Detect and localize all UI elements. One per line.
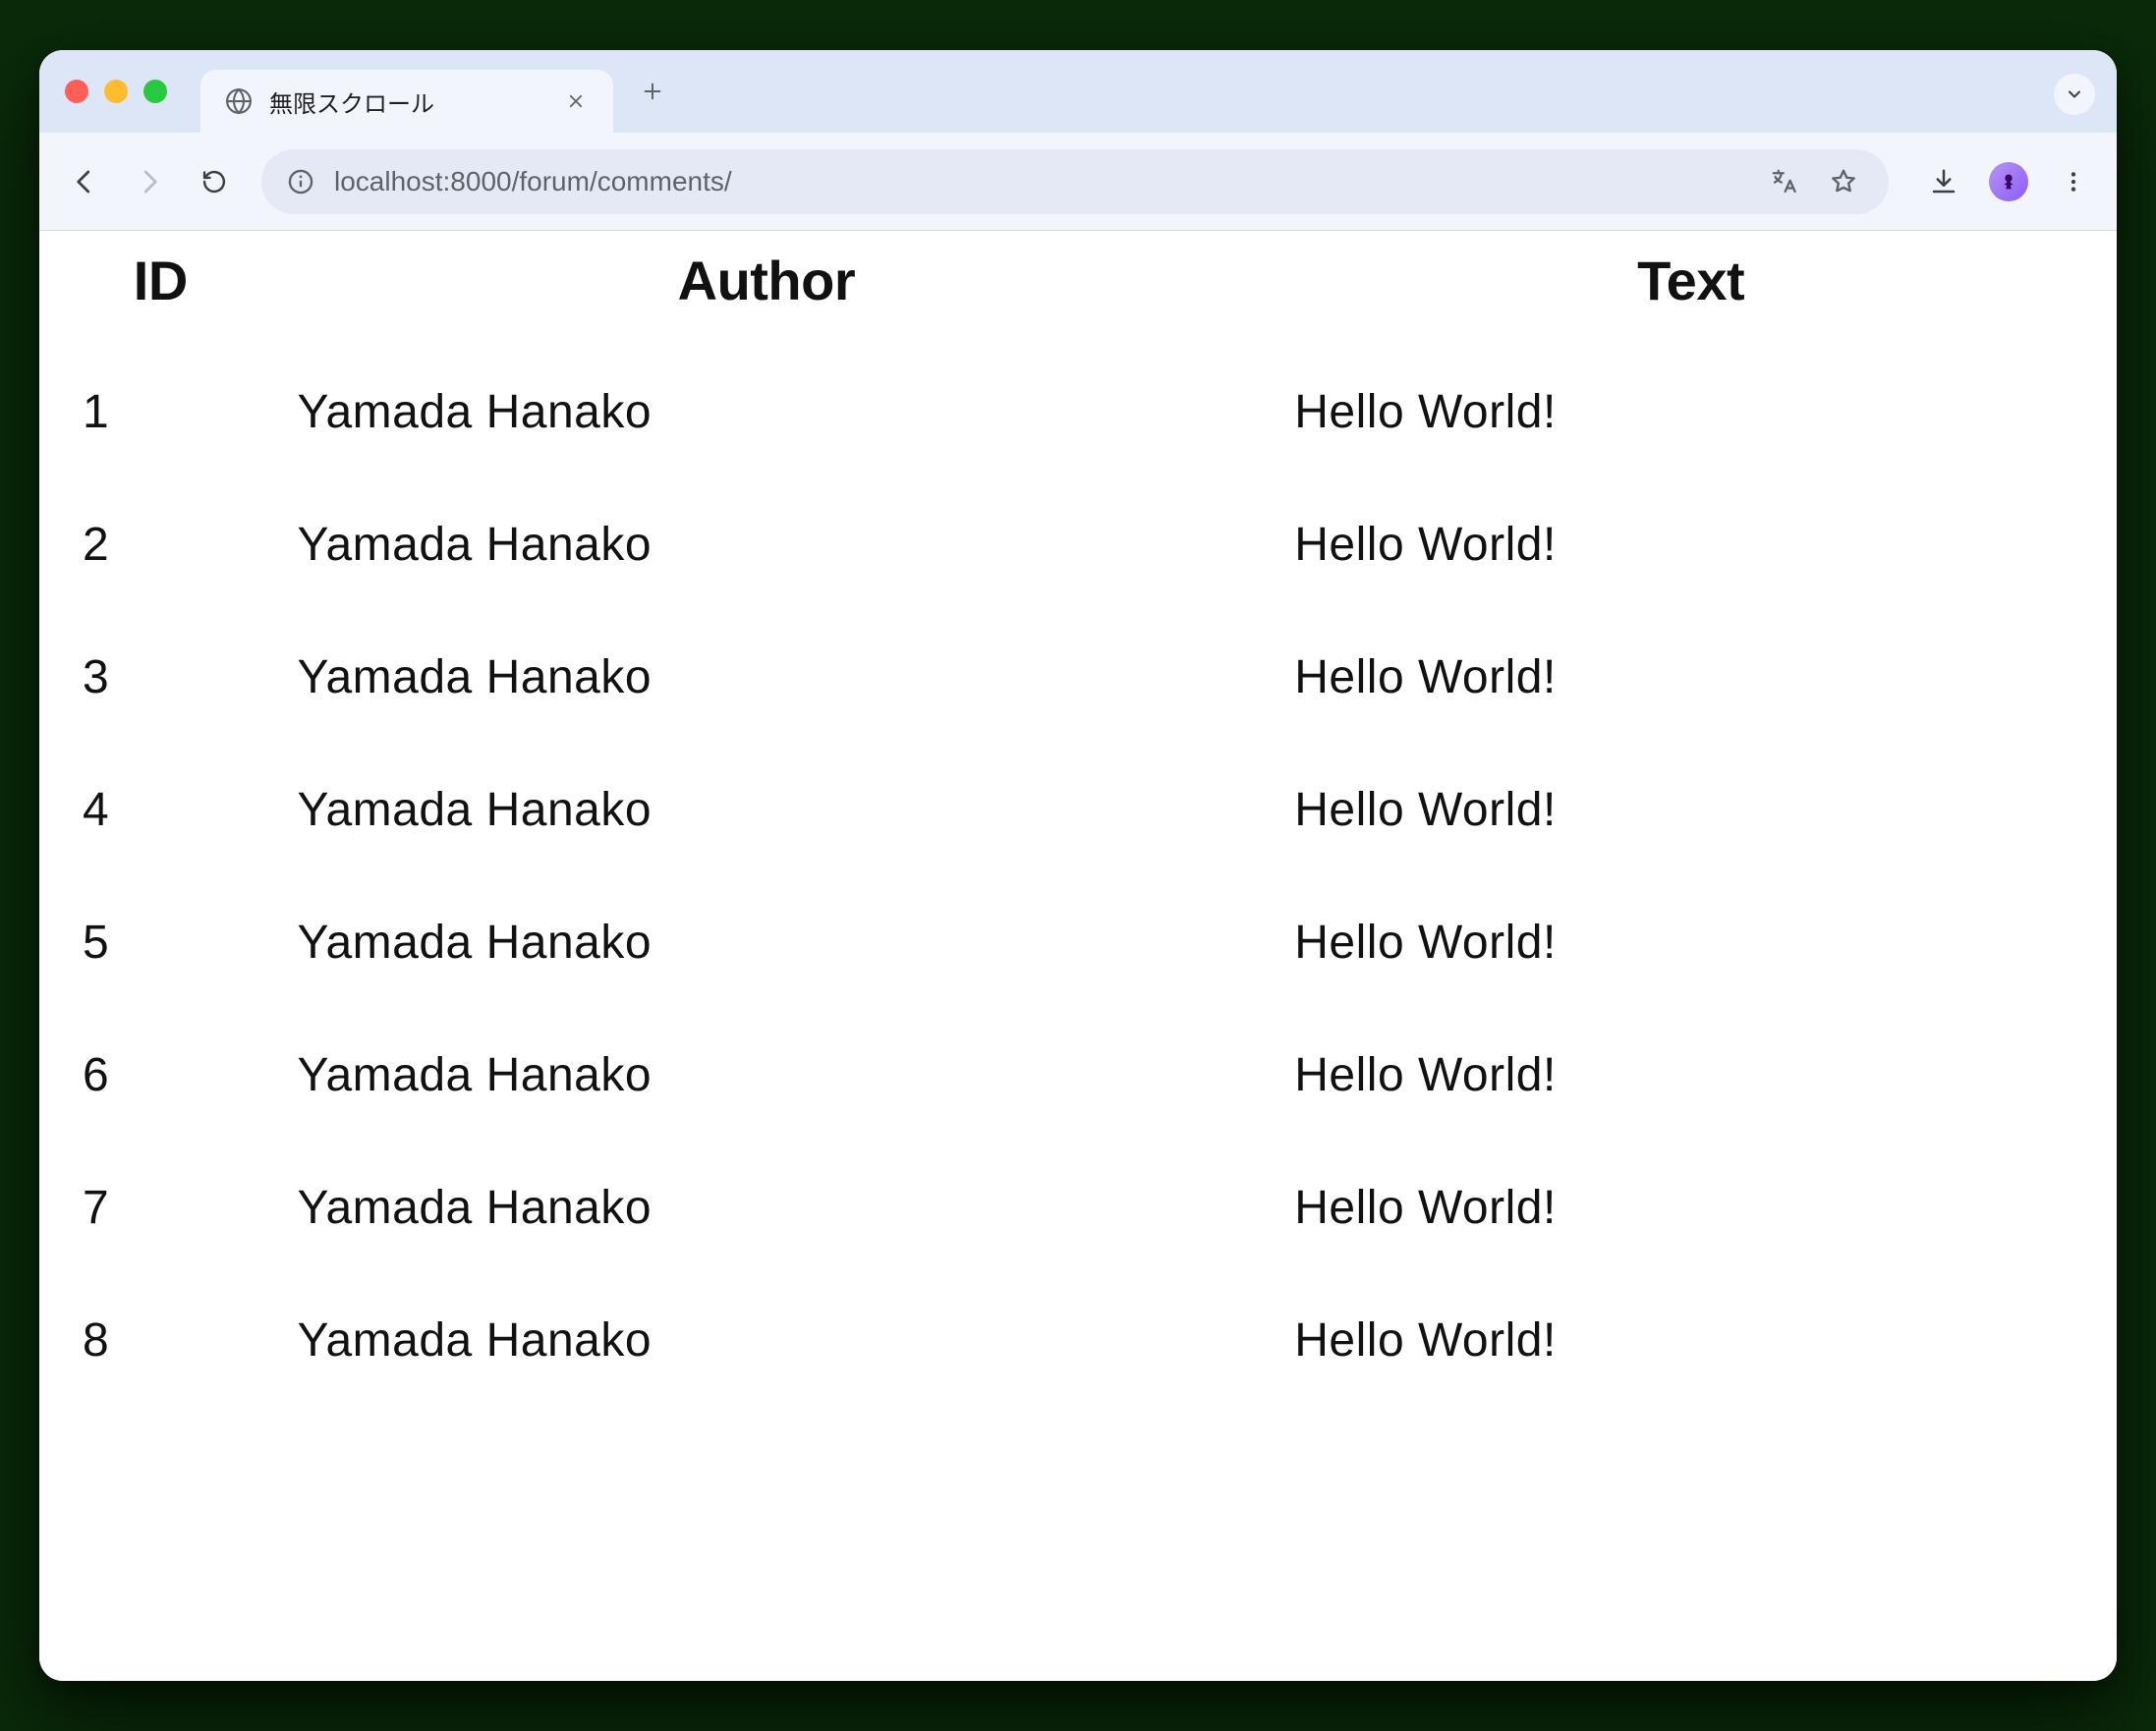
url-path: 8000/forum/comments/: [450, 166, 731, 196]
table-header-row: ID Author Text: [39, 231, 2117, 346]
header-author: Author: [268, 231, 1266, 346]
table-row: 2Yamada HanakoHello World!: [39, 478, 2117, 611]
window-minimize-button[interactable]: [104, 80, 128, 103]
tab-title: 無限スクロール: [269, 84, 546, 119]
cell-id: 6: [39, 1009, 268, 1142]
table-row: 8Yamada HanakoHello World!: [39, 1274, 2117, 1407]
downloads-icon[interactable]: [1918, 156, 1969, 207]
cell-text: Hello World!: [1265, 478, 2117, 611]
url-host: localhost:: [334, 166, 450, 196]
header-id: ID: [39, 231, 268, 346]
table-row: 3Yamada HanakoHello World!: [39, 611, 2117, 744]
cell-id: 1: [39, 346, 268, 478]
reload-button[interactable]: [187, 154, 242, 209]
site-info-icon[interactable]: [287, 168, 314, 195]
table-row: 5Yamada HanakoHello World!: [39, 876, 2117, 1009]
cell-id: 8: [39, 1274, 268, 1407]
browser-menu-icon[interactable]: [2048, 156, 2099, 207]
back-button[interactable]: [57, 154, 112, 209]
browser-tab[interactable]: 無限スクロール: [200, 70, 613, 133]
cell-author: Yamada Hanako: [268, 1142, 1266, 1274]
window-controls: [65, 80, 167, 103]
cell-author: Yamada Hanako: [268, 1274, 1266, 1407]
profile-avatar[interactable]: [1983, 156, 2034, 207]
cell-author: Yamada Hanako: [268, 1009, 1266, 1142]
avatar-icon: [1989, 162, 2028, 201]
translate-icon[interactable]: [1765, 162, 1804, 201]
tab-strip: 無限スクロール: [39, 50, 2117, 133]
cell-author: Yamada Hanako: [268, 478, 1266, 611]
tab-close-button[interactable]: [562, 87, 590, 115]
chevron-down-icon[interactable]: [2054, 74, 2095, 115]
cell-author: Yamada Hanako: [268, 611, 1266, 744]
browser-window: 無限スクロール: [39, 50, 2117, 1681]
cell-text: Hello World!: [1265, 346, 2117, 478]
new-tab-button[interactable]: [629, 68, 676, 115]
cell-id: 5: [39, 876, 268, 1009]
header-text: Text: [1265, 231, 2117, 346]
cell-id: 2: [39, 478, 268, 611]
globe-icon: [224, 86, 254, 116]
cell-text: Hello World!: [1265, 744, 2117, 876]
cell-text: Hello World!: [1265, 1274, 2117, 1407]
cell-id: 7: [39, 1142, 268, 1274]
table-row: 7Yamada HanakoHello World!: [39, 1142, 2117, 1274]
cell-text: Hello World!: [1265, 1142, 2117, 1274]
forward-button[interactable]: [122, 154, 177, 209]
cell-author: Yamada Hanako: [268, 346, 1266, 478]
cell-text: Hello World!: [1265, 611, 2117, 744]
cell-text: Hello World!: [1265, 1009, 2117, 1142]
table-row: 6Yamada HanakoHello World!: [39, 1009, 2117, 1142]
browser-toolbar: localhost:8000/forum/comments/: [39, 133, 2117, 231]
address-bar[interactable]: localhost:8000/forum/comments/: [261, 149, 1889, 214]
url-text: localhost:8000/forum/comments/: [334, 166, 732, 197]
comments-table: ID Author Text 1Yamada HanakoHello World…: [39, 231, 2117, 1407]
window-close-button[interactable]: [65, 80, 88, 103]
cell-author: Yamada Hanako: [268, 744, 1266, 876]
cell-id: 3: [39, 611, 268, 744]
table-row: 1Yamada HanakoHello World!: [39, 346, 2117, 478]
window-zoom-button[interactable]: [143, 80, 167, 103]
cell-text: Hello World!: [1265, 876, 2117, 1009]
table-row: 4Yamada HanakoHello World!: [39, 744, 2117, 876]
cell-id: 4: [39, 744, 268, 876]
page-viewport[interactable]: ID Author Text 1Yamada HanakoHello World…: [39, 231, 2117, 1681]
bookmark-star-icon[interactable]: [1824, 162, 1863, 201]
cell-author: Yamada Hanako: [268, 876, 1266, 1009]
